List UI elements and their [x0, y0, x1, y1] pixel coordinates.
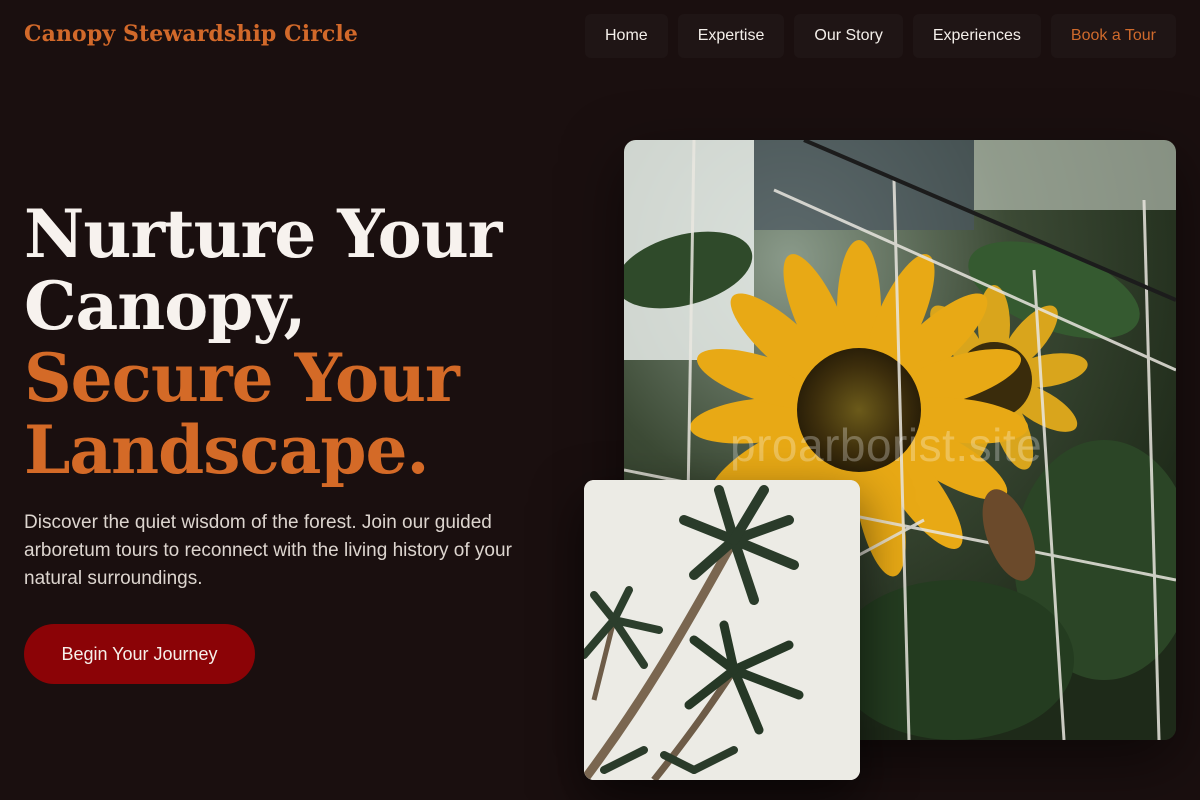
nav-book-tour[interactable]: Book a Tour	[1050, 14, 1176, 58]
nav-home[interactable]: Home	[585, 14, 668, 58]
hero-title-line-3: Secure Your	[24, 339, 460, 417]
begin-journey-button[interactable]: Begin Your Journey	[24, 624, 255, 684]
main-nav: Home Expertise Our Story Experiences Boo…	[585, 14, 1176, 58]
hero-title-line-2: Canopy,	[24, 267, 306, 345]
hero-title-line-1: Nurture Your	[24, 195, 502, 273]
palm-trees-photo-icon	[584, 480, 860, 780]
hero-title: Nurture Your Canopy, Secure Your Landsca…	[24, 198, 584, 486]
hero-description: Discover the quiet wisdom of the forest.…	[24, 512, 512, 589]
brand-logo[interactable]: Canopy Stewardship Circle	[24, 21, 358, 47]
site-header: Canopy Stewardship Circle Home Expertise…	[0, 0, 1200, 72]
nav-expertise[interactable]: Expertise	[677, 14, 785, 58]
nav-experiences[interactable]: Experiences	[912, 14, 1041, 58]
hero-title-line-4: Landscape.	[24, 411, 430, 489]
palm-trees-image	[584, 480, 860, 780]
nav-our-story[interactable]: Our Story	[794, 14, 903, 58]
